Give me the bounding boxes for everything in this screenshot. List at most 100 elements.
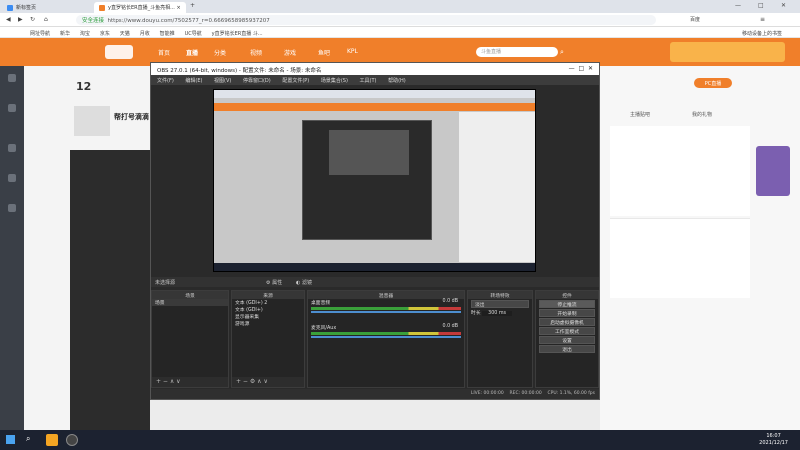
bookmark[interactable]: y直罗铭长ER直播 斗...	[212, 30, 263, 37]
volume-meter	[311, 307, 461, 310]
gift-promo[interactable]	[756, 146, 790, 196]
douyu-search-input[interactable]: 斗鱼直播	[476, 47, 558, 57]
nested-douyu-header	[214, 103, 535, 111]
source-item[interactable]: 文本 (GDI+) 2	[232, 299, 304, 306]
browser-tab-active[interactable]: y直罗铭长ER直播_斗鱼亮相... ×	[94, 2, 186, 13]
bookmark[interactable]: 新华	[60, 30, 70, 37]
page-icon	[7, 4, 13, 11]
douyu-logo[interactable]	[105, 45, 133, 59]
sidebar-item[interactable]	[3, 74, 21, 84]
source-controls[interactable]: + − ⚙ ∧ ∨	[232, 377, 304, 387]
nested-browser-bar	[214, 90, 535, 98]
mixer-channel-name: 麦克风/Aux 0.0 dB	[311, 324, 458, 331]
preview-capture	[214, 90, 535, 271]
bookmark[interactable]: 网址导航	[30, 30, 50, 37]
pc-live-button[interactable]: PC直播	[694, 78, 732, 88]
properties-button[interactable]: ⚙ 属性	[266, 279, 282, 286]
close-button[interactable]: ✕	[781, 2, 786, 9]
obs-preview[interactable]	[213, 89, 536, 272]
forward-icon[interactable]: ▶	[18, 16, 23, 23]
nav-live[interactable]: 直播	[186, 48, 198, 57]
bookmark[interactable]: 月收	[140, 30, 150, 37]
source-item[interactable]: 显示器采集	[232, 313, 304, 320]
source-item[interactable]: 文本 (GDI+)	[232, 306, 304, 313]
promo-banner[interactable]	[670, 42, 785, 62]
bookmark[interactable]: UC导航	[185, 30, 202, 37]
streamer-name: 帮打号滴滴	[114, 113, 149, 121]
menu-edit[interactable]: 编辑(E)	[185, 77, 202, 84]
avatar[interactable]	[74, 106, 110, 136]
game-icon	[8, 174, 16, 182]
obs-menu-bar: 文件(F) 编辑(E) 视图(V) 停靠窗口(D) 配置文件(P) 场景集合(S…	[151, 75, 599, 85]
start-button[interactable]	[6, 435, 15, 444]
address-bar: ◀ ▶ ↻ ⌂ 安全连接 https://www.douyu.com/75025…	[0, 13, 800, 27]
duration-input[interactable]: 300 ms	[482, 311, 512, 316]
minimize-button[interactable]: —	[735, 2, 741, 9]
bookmark[interactable]: 京东	[100, 30, 110, 37]
bookmark[interactable]: 智能推	[160, 30, 175, 37]
mobile-bookmarks[interactable]: 移动设备上的书签	[742, 30, 782, 37]
sidebar-item[interactable]	[3, 104, 21, 114]
volume-slider[interactable]	[311, 311, 461, 313]
menu-help[interactable]: 帮助(H)	[388, 77, 406, 84]
menu-icon[interactable]: ≡	[760, 16, 765, 23]
menu-view[interactable]: 视图(V)	[214, 77, 231, 84]
volume-slider[interactable]	[311, 336, 461, 338]
nested-taskbar	[214, 263, 535, 271]
dock-title: 转场特效	[468, 291, 532, 299]
obs-app-icon[interactable]	[66, 434, 78, 446]
sidebar-item[interactable]	[3, 144, 21, 154]
maximize-button[interactable]: □	[758, 2, 764, 9]
chat-area	[610, 126, 750, 216]
nav-home[interactable]: 首页	[158, 48, 170, 57]
mixer-dock: 混音器 桌面音频 0.0 dB 麦克风/Aux 0.0 dB	[307, 290, 465, 388]
nav-category[interactable]: 分类	[214, 48, 226, 57]
home-icon[interactable]: ⌂	[44, 16, 48, 23]
settings-button[interactable]: 设置	[539, 336, 595, 344]
search-icon[interactable]: ⌕	[26, 434, 30, 444]
obs-window-controls[interactable]: — □ ✕	[569, 65, 593, 72]
nav-game[interactable]: 游戏	[284, 48, 296, 57]
obs-window: OBS 27.0.1 (64-bit, windows) - 配置文件: 未命名…	[150, 62, 600, 400]
scene-item[interactable]: 场景	[152, 299, 228, 306]
menu-file[interactable]: 文件(F)	[157, 77, 174, 84]
new-tab-button[interactable]: +	[190, 2, 195, 9]
duration-row: 时长 300 ms	[468, 309, 532, 316]
bookmark[interactable]: 天猫	[120, 30, 130, 37]
search-icon[interactable]: ⌕	[560, 48, 564, 57]
clock[interactable]: 16:07 2021/12/17	[759, 433, 788, 447]
cpu-status: CPU: 1.1%, 60.00 fps	[547, 391, 596, 396]
nav-video[interactable]: 视频	[250, 48, 262, 57]
app-icon[interactable]	[46, 434, 58, 446]
filters-button[interactable]: ◐ 滤镜	[296, 279, 312, 286]
nav-kpl[interactable]: KPL	[347, 48, 358, 55]
studio-mode-button[interactable]: 工作室模式	[539, 327, 595, 335]
stop-stream-button[interactable]: 停止推流	[539, 300, 595, 308]
nested-right-panel	[459, 112, 535, 262]
virtual-camera-button[interactable]: 启动虚拟摄像机	[539, 318, 595, 326]
announcement	[610, 218, 750, 298]
bar-link[interactable]: 主播贴吧	[630, 111, 650, 118]
menu-tools[interactable]: 工具(T)	[360, 77, 377, 84]
url-input[interactable]: 安全连接 https://www.douyu.com/7502577_r=0.6…	[76, 15, 656, 25]
source-item[interactable]: 游戏源	[232, 320, 304, 327]
search-engine[interactable]: 百度	[690, 16, 700, 23]
sidebar-item[interactable]	[3, 204, 21, 214]
menu-profile[interactable]: 配置文件(P)	[282, 77, 309, 84]
scene-controls[interactable]: + − ∧ ∨	[152, 377, 228, 387]
nav-yuba[interactable]: 鱼吧	[318, 48, 330, 57]
browser-tab[interactable]: 新标签页	[2, 2, 92, 13]
gift-link[interactable]: 我的礼物	[692, 111, 712, 118]
rec-status: REC: 00:00:00	[509, 391, 542, 396]
menu-scene-collection[interactable]: 场景集合(S)	[321, 77, 348, 84]
transition-select[interactable]: 淡出	[471, 300, 529, 308]
menu-docks[interactable]: 停靠窗口(D)	[243, 77, 271, 84]
back-icon[interactable]: ◀	[6, 16, 11, 23]
sidebar-item[interactable]	[3, 174, 21, 184]
shop-icon	[8, 204, 16, 212]
exit-button[interactable]: 退出	[539, 345, 595, 353]
start-recording-button[interactable]: 开始录制	[539, 309, 595, 317]
refresh-icon[interactable]: ↻	[30, 16, 35, 23]
bookmark[interactable]: 淘宝	[80, 30, 90, 37]
